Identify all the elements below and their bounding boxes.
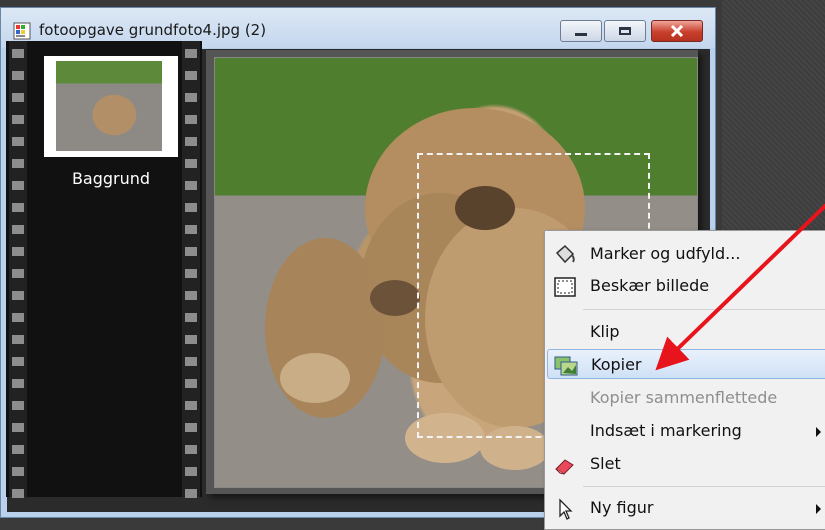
close-icon xyxy=(670,25,684,37)
submenu-arrow-icon xyxy=(816,427,821,437)
menu-separator xyxy=(583,309,825,310)
layer-thumbnail[interactable] xyxy=(44,56,178,157)
film-hole xyxy=(12,93,24,102)
film-hole xyxy=(12,445,24,454)
context-menu: Marker og udfyld... Beskær billede Klip … xyxy=(544,230,825,530)
film-hole xyxy=(185,137,197,146)
film-hole xyxy=(12,247,24,256)
menu-item-kopier-sammenflettede: Kopier sammenflettede xyxy=(590,388,778,407)
filmstrip-left xyxy=(9,41,27,498)
menu-item-beskaer-billede[interactable]: Beskær billede xyxy=(547,271,825,301)
maximize-button[interactable] xyxy=(604,20,646,42)
pointer-icon xyxy=(559,498,573,520)
film-hole xyxy=(12,225,24,234)
copy-image-icon xyxy=(554,356,578,376)
film-hole xyxy=(185,225,197,234)
filmstrip-right xyxy=(182,41,200,498)
menu-separator xyxy=(583,486,825,487)
film-hole xyxy=(185,181,197,190)
film-hole xyxy=(12,489,24,498)
film-hole xyxy=(12,357,24,366)
film-hole xyxy=(185,401,197,410)
film-hole xyxy=(185,489,197,498)
window-title: fotoopgave grundfoto4.jpg (2) xyxy=(39,21,267,39)
film-hole xyxy=(12,203,24,212)
image-file-icon xyxy=(13,22,31,40)
film-hole xyxy=(12,313,24,322)
crop-icon xyxy=(554,277,576,297)
minimize-icon xyxy=(575,32,587,36)
menu-item-klip[interactable]: Klip xyxy=(547,317,825,347)
paint-bucket-icon xyxy=(555,244,575,264)
layer-label: Baggrund xyxy=(71,169,151,188)
film-hole xyxy=(12,269,24,278)
film-hole xyxy=(12,71,24,80)
film-hole xyxy=(185,71,197,80)
film-hole xyxy=(185,203,197,212)
menu-item-indsaet-i-markering[interactable]: Indsæt i markering xyxy=(547,416,825,446)
film-hole xyxy=(12,335,24,344)
film-hole xyxy=(12,159,24,168)
film-hole xyxy=(185,93,197,102)
film-hole xyxy=(12,379,24,388)
film-hole xyxy=(12,423,24,432)
film-hole xyxy=(185,379,197,388)
submenu-arrow-icon xyxy=(816,504,821,514)
menu-item-kopier[interactable]: Kopier xyxy=(547,349,825,379)
film-hole xyxy=(185,357,197,366)
film-hole xyxy=(185,313,197,322)
film-hole xyxy=(185,423,197,432)
eraser-icon xyxy=(555,459,574,475)
film-hole xyxy=(12,291,24,300)
film-hole xyxy=(12,137,24,146)
film-hole xyxy=(185,445,197,454)
menu-item-slet[interactable]: Slet xyxy=(547,449,825,479)
minimize-button[interactable] xyxy=(560,20,602,42)
menu-item-ny-figur[interactable]: Ny figur xyxy=(547,493,825,523)
film-hole xyxy=(185,115,197,124)
close-button[interactable] xyxy=(651,20,703,42)
film-hole xyxy=(185,269,197,278)
film-hole xyxy=(185,159,197,168)
film-hole xyxy=(185,335,197,344)
film-hole xyxy=(12,467,24,476)
film-hole xyxy=(185,49,197,58)
film-hole xyxy=(185,247,197,256)
film-hole xyxy=(12,115,24,124)
film-hole xyxy=(185,291,197,300)
layer-panel: Baggrund xyxy=(6,41,202,498)
menu-item-marker-og-udfyld[interactable]: Marker og udfyld... xyxy=(547,239,825,269)
maximize-icon xyxy=(619,27,631,35)
lion-cub-thumbnail xyxy=(56,61,162,151)
film-hole xyxy=(185,467,197,476)
film-hole xyxy=(12,401,24,410)
film-hole xyxy=(12,49,24,58)
film-hole xyxy=(12,181,24,190)
